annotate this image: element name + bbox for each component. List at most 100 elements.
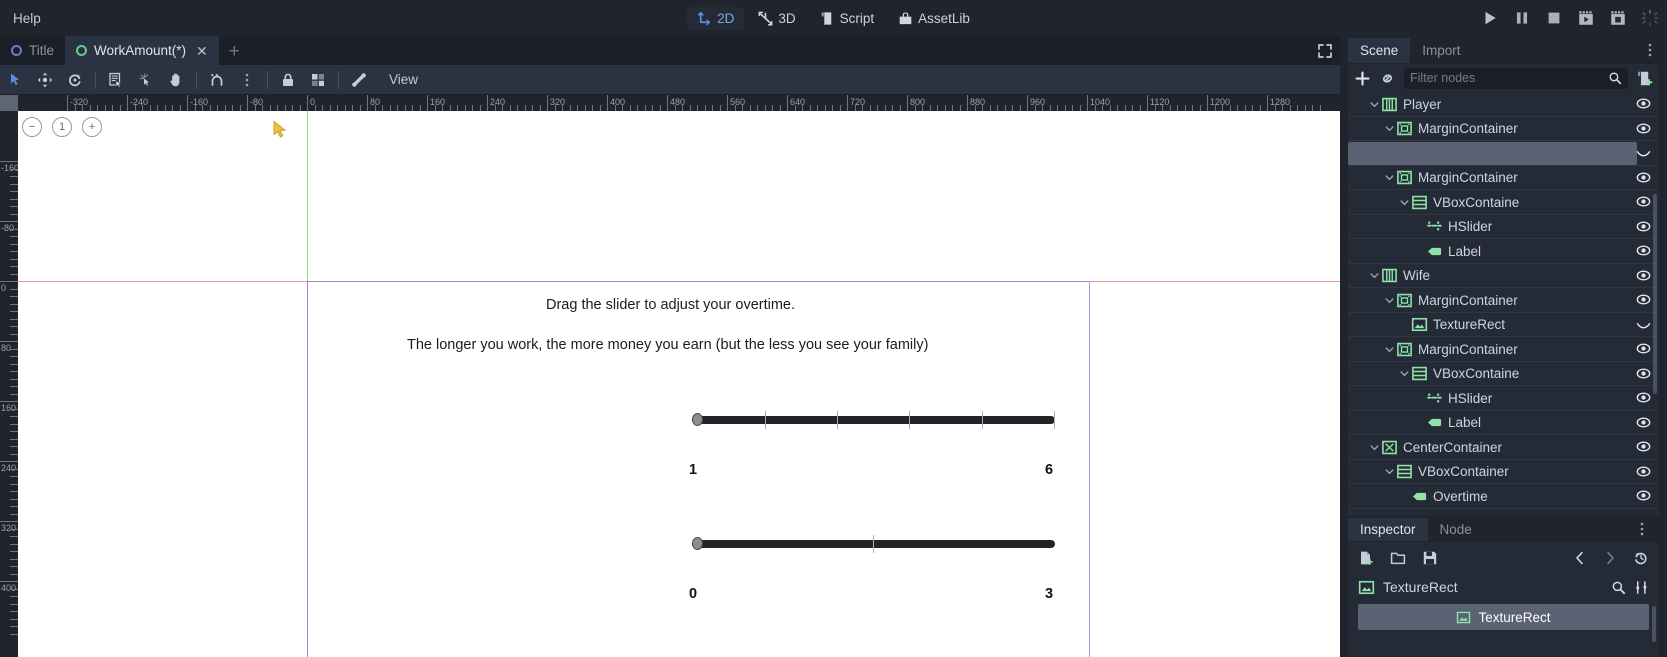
close-icon[interactable]: ✕	[196, 44, 208, 58]
forward-icon[interactable]	[1603, 550, 1617, 566]
tab-inspector[interactable]: Inspector	[1348, 517, 1428, 541]
attach-script-icon[interactable]	[1636, 70, 1653, 87]
2d-viewport[interactable]: -320 -240 -160 -80 0 80 160 240 320 400 480 560 640 7…	[0, 95, 1340, 657]
vertical-ruler[interactable]: -160-80080160240320400	[0, 111, 18, 657]
zoom-reset-button[interactable]: 1	[52, 117, 72, 137]
visibility-icon[interactable]	[1636, 243, 1651, 258]
view-menu-button[interactable]: View	[380, 69, 427, 90]
scene-tree-scrollbar[interactable]	[1653, 194, 1657, 394]
pause-icon[interactable]	[1513, 9, 1531, 27]
scene-tree-item-label[interactable]: Label	[1348, 411, 1659, 435]
chevron-down-icon[interactable]	[1383, 344, 1396, 355]
tab-scene[interactable]: Scene	[1348, 37, 1411, 63]
object-tools-icon[interactable]	[1634, 580, 1649, 595]
search-icon[interactable]	[1608, 71, 1622, 85]
tool-list-select[interactable]	[101, 65, 131, 95]
chevron-down-icon[interactable]	[1398, 197, 1411, 208]
scene-tree-item-hslider[interactable]: HSlider	[1348, 215, 1659, 239]
play-scene-icon[interactable]	[1577, 9, 1595, 27]
tool-select-mode[interactable]	[0, 65, 30, 95]
inspector-menu-icon[interactable]	[1635, 521, 1649, 537]
chevron-down-icon[interactable]	[1398, 368, 1411, 379]
zoom-out-button[interactable]: −	[22, 117, 42, 137]
tool-snap-options[interactable]	[232, 65, 262, 95]
scene-tree-item-wife[interactable]: Wife	[1348, 264, 1659, 288]
scene-tree-item-margincontainer[interactable]: MarginContainer	[1348, 288, 1659, 313]
stop-icon[interactable]	[1545, 9, 1563, 27]
scene-tree-item-player[interactable]: Player	[1348, 92, 1659, 117]
search-icon[interactable]	[1611, 580, 1626, 595]
scene-tree-item-label[interactable]: Label	[1348, 239, 1659, 264]
zoom-in-button[interactable]: +	[82, 117, 102, 137]
mode-button-3d[interactable]: 3D	[748, 7, 805, 30]
visibility-icon[interactable]	[1636, 194, 1651, 209]
instance-child-scene-icon[interactable]	[1379, 70, 1396, 87]
visibility-icon[interactable]	[1636, 415, 1651, 430]
visibility-icon[interactable]	[1636, 390, 1651, 405]
tool-pan-mode[interactable]	[161, 65, 191, 95]
visibility-off-icon[interactable]	[1636, 317, 1651, 332]
scene-tree-item-hslider[interactable]: HSlider	[1348, 386, 1659, 411]
history-icon[interactable]	[1633, 550, 1649, 566]
scene-tree-item-centercontainer[interactable]: CenterContainer	[1348, 435, 1659, 460]
slider-handle[interactable]	[692, 537, 703, 550]
scene-tree-item-vboxcontaine[interactable]: VBoxContaine	[1348, 190, 1659, 215]
chevron-down-icon[interactable]	[1383, 295, 1396, 306]
inspector-scrollbar[interactable]	[1652, 606, 1656, 642]
visibility-icon[interactable]	[1636, 341, 1651, 356]
distraction-free-mode-button[interactable]	[1310, 36, 1340, 65]
new-resource-icon[interactable]	[1358, 550, 1374, 566]
mode-button-2d[interactable]: 2D	[687, 6, 745, 30]
tool-group[interactable]	[303, 65, 333, 95]
slider-handle[interactable]	[692, 413, 703, 426]
scene-tree-item-margincontainer[interactable]: MarginContainer	[1348, 337, 1659, 362]
tab-node[interactable]: Node	[1428, 518, 1484, 541]
scene-canvas[interactable]: Drag the slider to adjust your overtime.…	[18, 111, 1340, 657]
scene-tree[interactable]: Player MarginContainer TextureRect MarginCo…	[1348, 92, 1659, 524]
visibility-icon[interactable]	[1636, 292, 1651, 307]
open-resource-icon[interactable]	[1390, 550, 1406, 566]
scene-tree-item-margincontainer[interactable]: MarginContainer	[1348, 117, 1659, 141]
add-node-icon[interactable]	[1354, 70, 1371, 87]
chevron-down-icon[interactable]	[1383, 172, 1396, 183]
dock-menu-icon[interactable]	[1643, 42, 1657, 58]
tool-lock[interactable]	[273, 65, 303, 95]
visibility-icon[interactable]	[1636, 219, 1651, 234]
inspector-subresource-row[interactable]: TextureRect	[1358, 604, 1649, 630]
visibility-off-icon[interactable]	[1636, 145, 1651, 160]
tab-import[interactable]: Import	[1410, 38, 1472, 63]
scene-tab-workamount[interactable]: WorkAmount(*) ✕	[65, 36, 219, 65]
chevron-down-icon[interactable]	[1368, 99, 1381, 110]
play-custom-scene-icon[interactable]	[1609, 9, 1627, 27]
visibility-icon[interactable]	[1636, 439, 1651, 454]
visibility-icon[interactable]	[1636, 366, 1651, 381]
visibility-icon[interactable]	[1636, 268, 1651, 283]
visibility-icon[interactable]	[1636, 488, 1651, 503]
horizontal-ruler[interactable]: -320 -240 -160 -80 0 80 160 240 320 400 480 560 640 7…	[18, 95, 1340, 111]
scene-tree-item-overtime[interactable]: Overtime	[1348, 484, 1659, 509]
slider-track[interactable]	[692, 416, 1055, 424]
tool-rotate-mode[interactable]	[60, 65, 90, 95]
visibility-icon[interactable]	[1636, 96, 1651, 111]
mode-button-script[interactable]: Script	[810, 7, 885, 30]
mode-button-assetlib[interactable]: AssetLib	[888, 7, 980, 30]
back-icon[interactable]	[1573, 550, 1587, 566]
chevron-down-icon[interactable]	[1368, 442, 1381, 453]
filter-nodes-input[interactable]: Filter nodes	[1404, 67, 1628, 89]
new-scene-tab-button[interactable]: +	[219, 39, 250, 65]
save-resource-icon[interactable]	[1422, 550, 1438, 566]
scene-tab-title[interactable]: Title	[0, 36, 65, 65]
scene-tree-item-vboxcontainer[interactable]: VBoxContainer	[1348, 460, 1659, 484]
chevron-down-icon[interactable]	[1383, 466, 1396, 477]
chevron-down-icon[interactable]	[1368, 270, 1381, 281]
menu-item-help[interactable]: Help	[4, 8, 50, 29]
tool-move-mode[interactable]	[30, 65, 60, 95]
tool-snap-mode[interactable]	[202, 65, 232, 95]
tool-scale-mode[interactable]	[131, 65, 161, 95]
visibility-icon[interactable]	[1636, 121, 1651, 136]
ruler-corner[interactable]	[0, 95, 18, 111]
visibility-icon[interactable]	[1636, 170, 1651, 185]
scene-tree-item-vboxcontaine[interactable]: VBoxContaine	[1348, 362, 1659, 386]
play-icon[interactable]	[1481, 9, 1499, 27]
chevron-down-icon[interactable]	[1383, 123, 1396, 134]
